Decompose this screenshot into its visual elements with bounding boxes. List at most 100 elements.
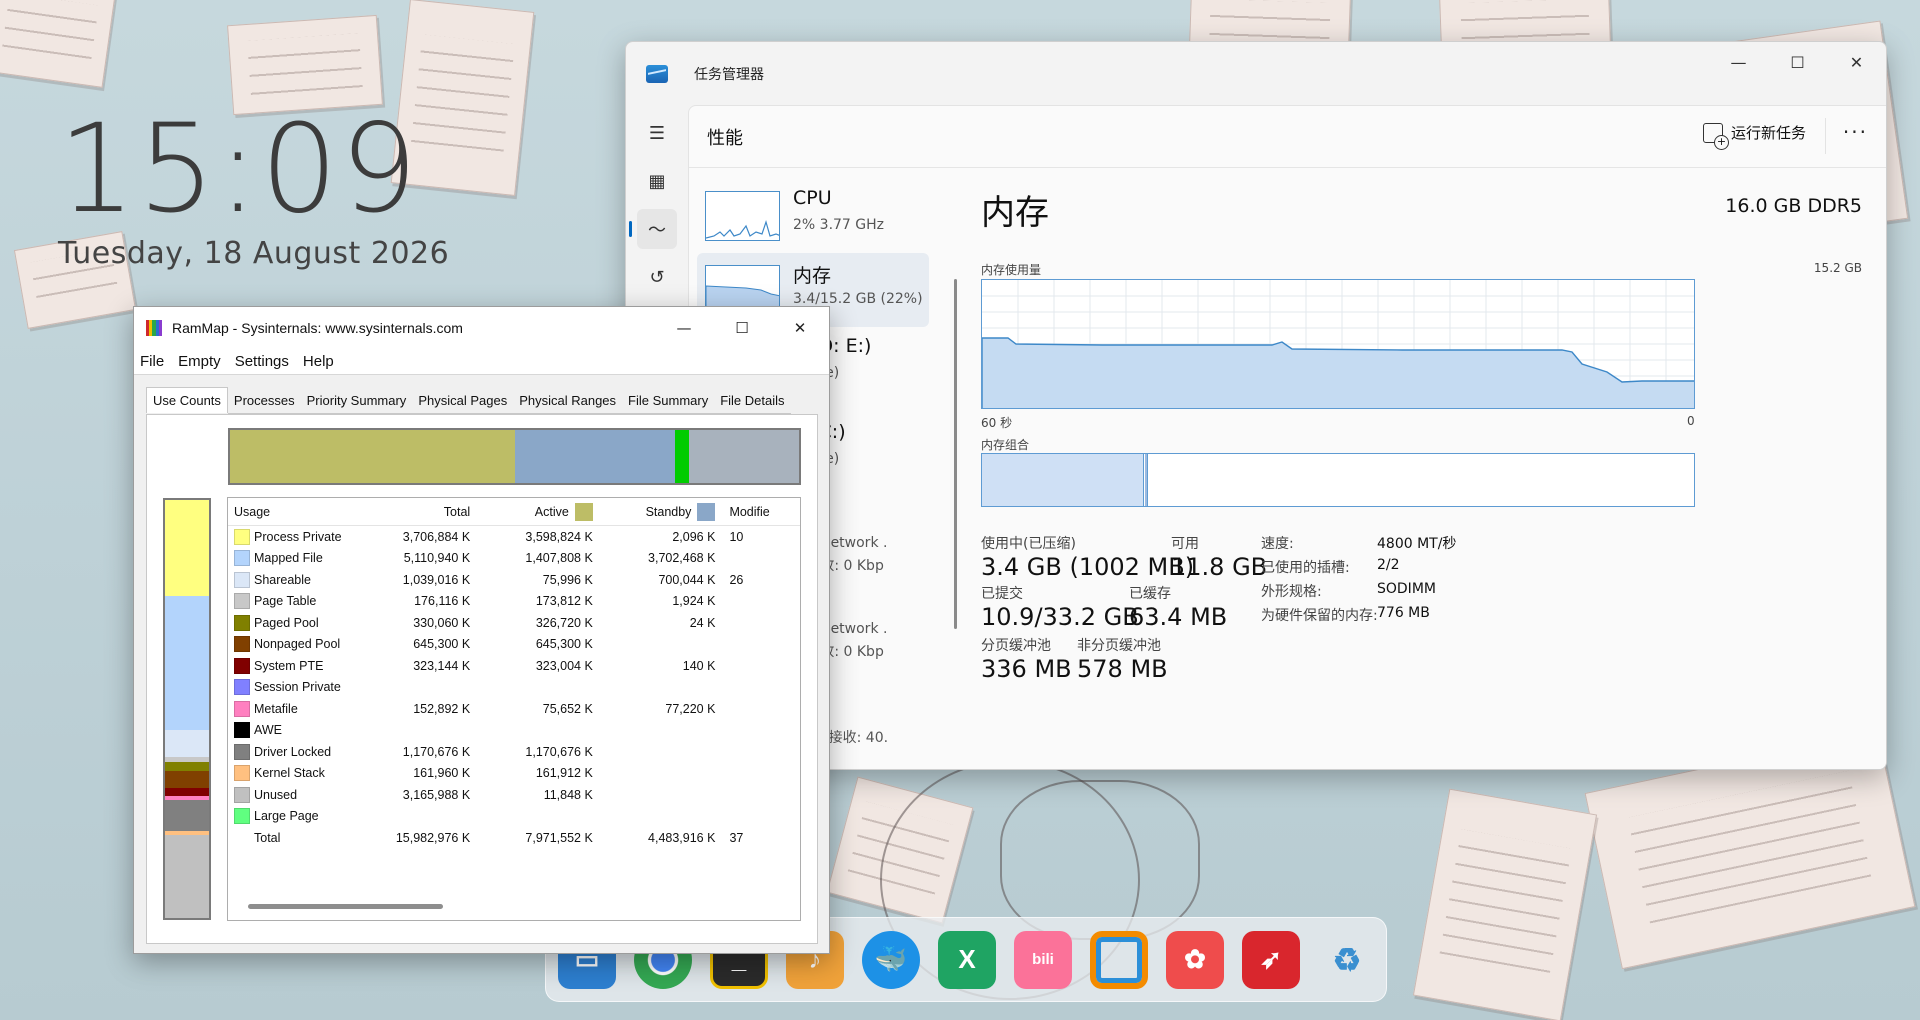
vbar-nonpaged-pool bbox=[165, 771, 209, 788]
table-row[interactable]: Metafile 152,892 K 75,652 K 77,220 K bbox=[228, 698, 800, 720]
bilibili-icon[interactable]: bili bbox=[1014, 930, 1072, 989]
hamburger-menu-icon[interactable]: ☰ bbox=[637, 113, 677, 153]
available-label: 可用 bbox=[1171, 536, 1199, 552]
col-modified[interactable]: Modifie bbox=[721, 505, 800, 519]
table-row[interactable]: AWE bbox=[228, 720, 800, 742]
tab-physical-pages[interactable]: Physical Pages bbox=[412, 388, 514, 414]
usage-label: Metafile bbox=[254, 701, 298, 716]
table-row[interactable]: Mapped File 5,110,940 K 1,407,808 K 3,702,4… bbox=[228, 548, 800, 570]
menu-empty[interactable]: Empty bbox=[178, 353, 221, 370]
perf-item-cpu[interactable]: CPU 2% 3.77 GHz bbox=[697, 179, 929, 253]
vmware-icon[interactable] bbox=[1090, 930, 1148, 989]
tab-processes[interactable]: Processes bbox=[227, 388, 301, 414]
close-icon[interactable]: ✕ bbox=[1827, 42, 1886, 82]
usage-color-swatch bbox=[234, 614, 250, 631]
more-options-button[interactable]: ··· bbox=[1843, 120, 1868, 144]
tab-priority-summary[interactable]: Priority Summary bbox=[300, 388, 413, 414]
cell-usage: Nonpaged Pool bbox=[228, 636, 354, 653]
table-row[interactable]: Kernel Stack 161,960 K 161,912 K bbox=[228, 763, 800, 785]
close-icon[interactable]: ✕ bbox=[771, 307, 829, 349]
cell-active: 1,407,808 K bbox=[525, 551, 593, 566]
processes-icon[interactable]: ▦ bbox=[637, 161, 677, 201]
performance-icon[interactable]: 〜 bbox=[629, 209, 677, 249]
table-row[interactable]: Shareable 1,039,016 K 75,996 K 700,044 K 26 bbox=[228, 569, 800, 591]
usage-label: Large Page bbox=[254, 809, 319, 824]
cell-total: 323,144 K bbox=[413, 658, 471, 673]
recycle-bin-icon[interactable]: ♻ bbox=[1318, 931, 1376, 989]
app-history-icon[interactable]: ↺ bbox=[637, 257, 677, 297]
active-swatch bbox=[574, 502, 593, 521]
table-row[interactable]: Driver Locked 1,170,676 K 1,170,676 K bbox=[228, 741, 800, 763]
minimize-icon[interactable]: — bbox=[655, 307, 713, 349]
cell-standby: 1,924 K bbox=[672, 594, 716, 609]
usage-color-swatch bbox=[234, 786, 250, 803]
cell-total: 1,039,016 K bbox=[402, 572, 471, 587]
usage-color-swatch bbox=[234, 765, 250, 782]
nonpaged-pool-value: 578 MB bbox=[1077, 655, 1168, 683]
run-task-icon bbox=[1702, 122, 1729, 150]
cell-usage: Paged Pool bbox=[228, 614, 354, 631]
cell-standby: 4,483,916 K bbox=[648, 830, 716, 845]
tab-use-counts[interactable]: Use Counts bbox=[146, 387, 228, 413]
menu-help[interactable]: Help bbox=[303, 353, 334, 370]
cell-usage: Total bbox=[228, 830, 354, 846]
col-active[interactable]: Active bbox=[476, 502, 599, 521]
table-row[interactable]: System PTE 323,144 K 323,004 K 140 K bbox=[228, 655, 800, 677]
cell-usage: Page Table bbox=[228, 593, 354, 610]
usage-label: Shareable bbox=[254, 572, 311, 587]
table-horizontal-scrollbar[interactable] bbox=[248, 904, 443, 909]
usage-color-swatch bbox=[234, 657, 250, 674]
composition-modified bbox=[1145, 454, 1148, 506]
run-new-task-label: 运行新任务 bbox=[1730, 124, 1806, 142]
tab-physical-ranges[interactable]: Physical Ranges bbox=[513, 388, 623, 414]
col-total[interactable]: Total bbox=[354, 505, 477, 519]
table-row[interactable]: Unused 3,165,988 K 11,848 K bbox=[228, 784, 800, 806]
col-usage[interactable]: Usage bbox=[228, 505, 354, 519]
cell-modified: 26 bbox=[729, 572, 744, 587]
rammap-vertical-bar bbox=[163, 498, 211, 920]
maximize-icon[interactable]: ☐ bbox=[713, 307, 771, 349]
task-manager-icon bbox=[646, 64, 668, 83]
task-manager-main: 性能 运行新任务 ··· CPU 2% 3.77 GHz 内存 3. bbox=[688, 105, 1886, 769]
usage-color-swatch bbox=[234, 808, 250, 825]
run-new-task-button[interactable]: 运行新任务 bbox=[1702, 122, 1806, 150]
excel-icon[interactable]: X bbox=[938, 930, 996, 989]
cell-total: 161,960 K bbox=[413, 766, 471, 781]
desktop-clock: 15:09 Tuesday, 18 August 2026 bbox=[58, 108, 449, 271]
window-title: 任务管理器 bbox=[694, 66, 764, 83]
usage-label: Total bbox=[254, 830, 281, 845]
table-row[interactable]: Session Private bbox=[228, 677, 800, 699]
menu-file[interactable]: File bbox=[140, 353, 164, 370]
in-use-label: 使用中(已压缩) bbox=[981, 536, 1076, 552]
cell-usage: Process Private bbox=[228, 528, 354, 545]
table-row[interactable]: Total 15,982,976 K 7,971,552 K 4,483,916 K 3… bbox=[228, 827, 800, 849]
table-row[interactable]: Process Private 3,706,884 K 3,598,824 K 2,0… bbox=[228, 526, 800, 548]
cell-total: 330,060 K bbox=[413, 615, 471, 630]
usage-label: Kernel Stack bbox=[254, 766, 325, 781]
col-standby[interactable]: Standby bbox=[599, 502, 722, 521]
table-row[interactable]: Page Table 176,116 K 173,812 K 1,924 K bbox=[228, 591, 800, 613]
tab-file-details[interactable]: File Details bbox=[714, 388, 791, 414]
table-row[interactable]: Nonpaged Pool 645,300 K 645,300 K bbox=[228, 634, 800, 656]
minimize-icon[interactable]: — bbox=[1709, 42, 1768, 82]
docker-icon[interactable]: 🐳 bbox=[862, 930, 920, 989]
menu-settings[interactable]: Settings bbox=[235, 353, 289, 370]
in-use-value: 3.4 GB (1002 MB) bbox=[981, 553, 1195, 581]
cell-standby: 24 K bbox=[689, 615, 716, 630]
cell-total: 1,170,676 K bbox=[402, 744, 471, 759]
hardware-reserved-value: 776 MB bbox=[1377, 605, 1430, 621]
table-row[interactable]: Paged Pool 330,060 K 326,720 K 24 K bbox=[228, 612, 800, 634]
col-active-label: Active bbox=[534, 504, 569, 519]
xuexitong-icon[interactable]: ➶ bbox=[1242, 930, 1300, 989]
rammap-tabs: Use Counts Processes Priority Summary Ph… bbox=[146, 387, 791, 414]
maximize-icon[interactable]: ☐ bbox=[1768, 42, 1827, 82]
cell-usage: Metafile bbox=[228, 700, 354, 717]
usage-label: Mapped File bbox=[254, 551, 323, 566]
rammap-usage-bar bbox=[228, 428, 801, 485]
bar-modified bbox=[674, 430, 689, 483]
table-row[interactable]: Large Page bbox=[228, 806, 800, 828]
perf-list-scrollbar[interactable] bbox=[954, 279, 957, 629]
tab-file-summary[interactable]: File Summary bbox=[622, 388, 715, 414]
app-red-icon[interactable]: ✿ bbox=[1166, 930, 1224, 989]
slots-value: 2/2 bbox=[1377, 557, 1400, 573]
